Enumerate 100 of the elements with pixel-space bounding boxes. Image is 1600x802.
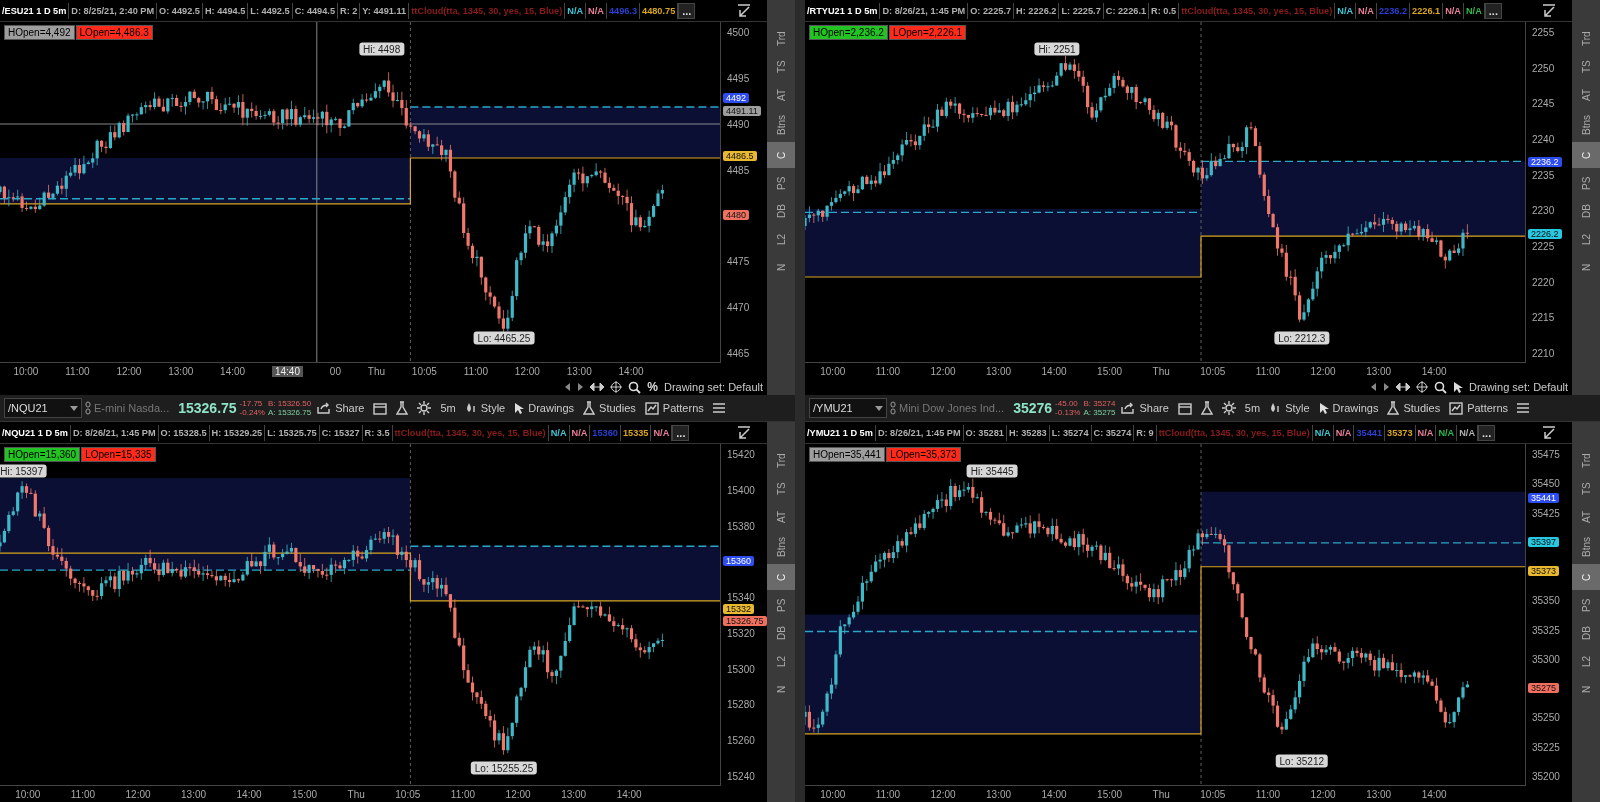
- link-icon[interactable]: [85, 401, 91, 415]
- collapse-icon[interactable]: [1542, 425, 1556, 440]
- side-tab[interactable]: DB: [767, 620, 795, 646]
- side-tab[interactable]: Trd: [1572, 26, 1600, 52]
- side-tab[interactable]: Btns: [767, 110, 795, 140]
- side-tab[interactable]: Btns: [1572, 532, 1600, 562]
- scroll-arrows-icon[interactable]: [564, 383, 585, 391]
- collapse-icon[interactable]: [1542, 3, 1556, 18]
- price-tick: 4465: [727, 347, 750, 359]
- share-icon: [1121, 402, 1136, 414]
- drawing-set-label[interactable]: Drawing set: Default: [663, 381, 763, 393]
- side-tab[interactable]: L2: [1572, 226, 1600, 252]
- side-tab[interactable]: N: [1572, 254, 1600, 280]
- zoom-icon[interactable]: [628, 380, 642, 394]
- studies-button[interactable]: Studies: [580, 399, 639, 417]
- side-tab[interactable]: L2: [767, 226, 795, 252]
- side-tab[interactable]: PS: [1572, 170, 1600, 196]
- crosshair-icon[interactable]: [1415, 381, 1428, 393]
- share-button[interactable]: Share: [314, 400, 368, 416]
- style-button[interactable]: Style: [1266, 400, 1313, 416]
- time-tick: 11:00: [70, 788, 96, 800]
- price-tick: 2245: [1532, 97, 1555, 109]
- symbol-field[interactable]: /NQU21: [4, 398, 82, 418]
- side-tab[interactable]: AT: [1572, 82, 1600, 108]
- side-tab[interactable]: AT: [767, 504, 795, 530]
- time-tick: 14:00: [618, 365, 644, 377]
- side-tab[interactable]: Trd: [767, 448, 795, 474]
- side-tab[interactable]: DB: [767, 198, 795, 224]
- side-tab[interactable]: Btns: [1572, 110, 1600, 140]
- more-button[interactable]: ...: [1478, 424, 1496, 441]
- side-tab[interactable]: C: [767, 564, 795, 590]
- more-button[interactable]: ...: [672, 424, 690, 441]
- price-tag: 35397: [1528, 536, 1560, 547]
- side-tab[interactable]: AT: [1572, 504, 1600, 530]
- side-tab[interactable]: N: [1572, 676, 1600, 702]
- study-value: /RTYU21 1 D 5m: [805, 2, 881, 19]
- study-value: D: 8/26/21, 1:45 PM: [70, 424, 159, 441]
- style-button[interactable]: Style: [461, 400, 509, 416]
- expand-horizontal-icon[interactable]: [590, 382, 605, 392]
- side-tab[interactable]: Trd: [767, 26, 795, 52]
- study-value: R: 2: [338, 2, 361, 19]
- patterns-button[interactable]: Patterns: [641, 399, 707, 417]
- symbol-field[interactable]: /YMU21: [809, 398, 887, 418]
- dropdown-caret-icon: [875, 405, 883, 411]
- price-tag: 15326.75: [723, 616, 767, 627]
- share-icon: [317, 402, 332, 414]
- scroll-arrows-icon[interactable]: [1369, 383, 1390, 391]
- collapse-icon[interactable]: [737, 3, 751, 18]
- side-tab[interactable]: DB: [1572, 198, 1600, 224]
- study-value: N/A: [586, 2, 607, 19]
- study-value: 2236.2: [1376, 2, 1411, 19]
- side-tab[interactable]: C: [1572, 564, 1600, 590]
- crosshair-icon[interactable]: [610, 381, 623, 393]
- cursor-icon[interactable]: [1452, 380, 1463, 394]
- side-tab[interactable]: Trd: [1572, 448, 1600, 474]
- side-tab[interactable]: PS: [767, 170, 795, 196]
- percent-toggle[interactable]: %: [647, 380, 658, 394]
- side-tab[interactable]: C: [1572, 142, 1600, 168]
- time-tick: 14:00: [236, 788, 262, 800]
- study-value: N/A: [1356, 2, 1377, 19]
- timeframe-button[interactable]: 5m: [437, 400, 459, 416]
- price-tick: 15320: [727, 627, 755, 639]
- side-tab[interactable]: TS: [1572, 476, 1600, 502]
- expand-horizontal-icon[interactable]: [1395, 382, 1410, 392]
- study-value: D: 8/26/21, 1:45 PM: [875, 424, 964, 441]
- more-button[interactable]: ...: [678, 2, 696, 19]
- side-tab[interactable]: PS: [767, 592, 795, 618]
- bid-price: B: 15326.50: [267, 399, 312, 408]
- link-icon[interactable]: [890, 401, 896, 415]
- side-tab[interactable]: TS: [767, 476, 795, 502]
- timeframe-button[interactable]: 5m: [1241, 400, 1264, 416]
- price-tag: 35275: [1528, 683, 1560, 694]
- share-button[interactable]: Share: [1118, 400, 1172, 416]
- side-tab[interactable]: TS: [1572, 54, 1600, 80]
- price-tick: 2225: [1532, 240, 1555, 252]
- side-tab[interactable]: C: [767, 142, 795, 168]
- price-tag: 15332: [723, 603, 755, 614]
- side-tab[interactable]: TS: [767, 54, 795, 80]
- side-tab[interactable]: L2: [1572, 648, 1600, 674]
- studies-button[interactable]: Studies: [1384, 399, 1444, 417]
- collapse-icon[interactable]: [737, 425, 751, 440]
- side-tab[interactable]: AT: [767, 82, 795, 108]
- drawings-button[interactable]: Drawings: [511, 399, 578, 417]
- side-tab[interactable]: DB: [1572, 620, 1600, 646]
- price-tick: 15260: [727, 734, 755, 746]
- low-label: Lo: 2212.3: [1274, 331, 1330, 345]
- drawing-set-label[interactable]: Drawing set: Default: [1468, 381, 1568, 393]
- side-tab[interactable]: Btns: [767, 532, 795, 562]
- side-tab[interactable]: L2: [767, 648, 795, 674]
- time-tick: 10:00: [15, 788, 41, 800]
- price-tick: 15240: [727, 770, 755, 782]
- time-tick: Thu: [367, 365, 385, 377]
- side-tab[interactable]: N: [767, 676, 795, 702]
- drawings-button[interactable]: Drawings: [1315, 399, 1382, 417]
- high-label: Hi: 4498: [358, 42, 405, 56]
- more-button[interactable]: ...: [1484, 2, 1502, 19]
- side-tab[interactable]: N: [767, 254, 795, 280]
- patterns-button[interactable]: Patterns: [1446, 399, 1512, 417]
- side-tab[interactable]: PS: [1572, 592, 1600, 618]
- zoom-icon[interactable]: [1433, 380, 1447, 394]
